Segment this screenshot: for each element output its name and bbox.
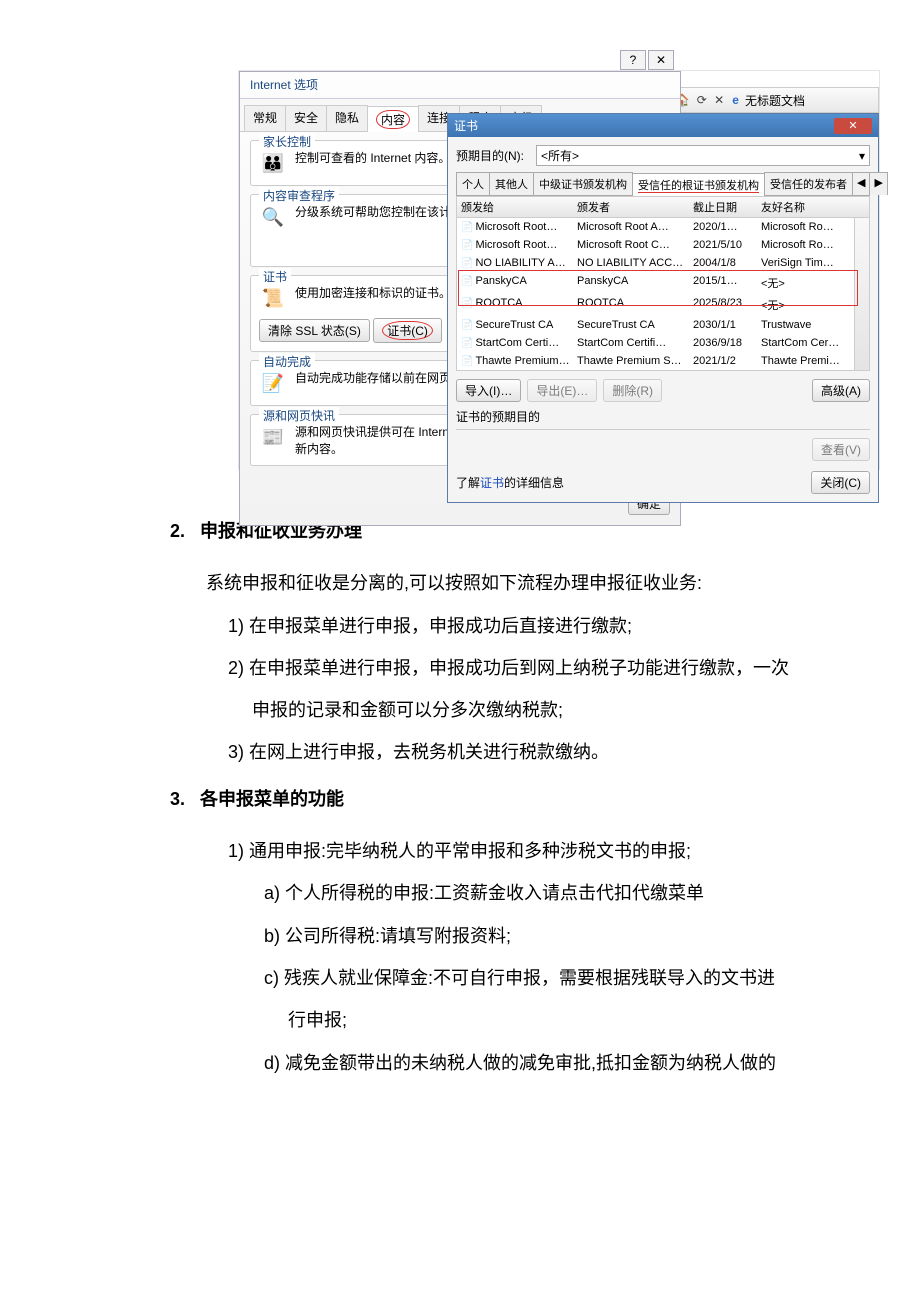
section-2-item-2a: 2) 在申报菜单进行申报，申报成功后到网上纳税子功能进行缴款，一次 (228, 647, 830, 689)
group-cert-label: 证书 (259, 268, 291, 285)
remove-button[interactable]: 删除(R) (603, 379, 662, 402)
learn-link[interactable]: 证书 (480, 476, 504, 490)
group-parental-label: 家长控制 (259, 133, 315, 150)
dialog-close-button[interactable]: ✕ (648, 50, 674, 70)
cert-list: Microsoft Root…Microsoft Root A…2020/1…M… (456, 218, 870, 371)
cert-tab-trusted-root[interactable]: 受信任的根证书颁发机构 (632, 173, 765, 196)
certificates-button[interactable]: 证书(C) (373, 318, 442, 343)
col-issued-by[interactable]: 颁发者 (573, 197, 689, 217)
learn-more: 了解证书的详细信息 (456, 474, 564, 491)
section-3-item-c: c) 残疾人就业保障金:不可自行申报，需要根据残联导入的文书进 (264, 957, 830, 999)
autocomplete-icon: 📝 (259, 369, 287, 397)
cert-tab-personal[interactable]: 个人 (456, 172, 490, 195)
cert-tab-others[interactable]: 其他人 (489, 172, 534, 195)
section-2-item-1: 1) 在申报菜单进行申报，申报成功后直接进行缴款; (228, 605, 830, 647)
cert-tab-nav-left[interactable]: ◀ (852, 172, 870, 195)
cert-row[interactable]: PanskyCAPanskyCA2015/1…<无> (456, 272, 870, 294)
certificates-dialog: 证书 ✕ 预期目的(N): <所有> ▾ 个人 其他人 中级证书颁发机构 受信任… (447, 113, 879, 503)
cert-purpose-section-label: 证书的预期目的 (456, 410, 540, 424)
screenshot-composite: ρ ▾ 🏠 ⟳ ✕ e 无标题文档 ? ✕ Internet 选项 常规 安全 … (238, 70, 880, 470)
dialog-help-button[interactable]: ? (620, 50, 646, 70)
cert-tab-trusted-publishers[interactable]: 受信任的发布者 (764, 172, 853, 195)
section-3-item-1: 1) 通用申报:完毕纳税人的平常申报和多种涉税文书的申报; (228, 830, 830, 872)
tab-security[interactable]: 安全 (285, 105, 327, 131)
cert-close-button[interactable]: ✕ (834, 118, 872, 134)
cert-dialog-title: 证书 (454, 117, 478, 134)
clear-ssl-button[interactable]: 清除 SSL 状态(S) (259, 319, 370, 342)
col-issued-to[interactable]: 颁发给 (457, 197, 573, 217)
group-auto-label: 自动完成 (259, 353, 315, 370)
cert-row[interactable]: Microsoft Root…Microsoft Root C…2021/5/1… (456, 236, 870, 254)
cert-row[interactable]: NO LIABILITY A…NO LIABILITY ACC…2004/1/8… (456, 254, 870, 272)
cert-purpose-dropdown[interactable]: <所有> ▾ (536, 145, 870, 166)
section-2-intro: 系统申报和征收是分离的,可以按照如下流程办理申报征收业务: (206, 562, 830, 604)
family-icon: 👪 (259, 149, 287, 177)
internet-options-title: Internet 选项 (240, 72, 680, 99)
import-button[interactable]: 导入(I)… (456, 379, 521, 402)
tab-content[interactable]: 内容 (367, 106, 419, 132)
cert-tab-intermediate[interactable]: 中级证书颁发机构 (533, 172, 633, 195)
close-button[interactable]: 关闭(C) (811, 471, 870, 494)
cert-purpose-value: <所有> (541, 147, 579, 164)
ie-logo-icon: e (732, 93, 739, 107)
section-2-item-3: 3) 在网上进行申报，去税务机关进行税款缴纳。 (228, 731, 830, 773)
cert-row[interactable]: SecureTrust CASecureTrust CA2030/1/1Trus… (456, 316, 870, 334)
section-3-heading: 3. 各申报菜单的功能 (170, 778, 830, 820)
section-2-item-2b: 申报的记录和金额可以分多次缴纳税款; (252, 689, 830, 731)
rss-icon: 📰 (259, 423, 287, 451)
ie-tab-title: 无标题文档 (745, 92, 805, 109)
cert-purpose-label: 预期目的(N): (456, 147, 524, 164)
section-3-item-a: a) 个人所得税的申报:工资薪金收入请点击代扣代缴菜单 (264, 872, 830, 914)
export-button[interactable]: 导出(E)… (527, 379, 597, 402)
col-friendly-name[interactable]: 友好名称 (757, 197, 869, 217)
cert-list-header: 颁发给 颁发者 截止日期 友好名称 (456, 196, 870, 218)
view-button[interactable]: 查看(V) (812, 438, 870, 461)
group-feeds-label: 源和网页快讯 (259, 407, 339, 424)
group-content-label: 内容审查程序 (259, 187, 339, 204)
cert-store-tabs: 个人 其他人 中级证书颁发机构 受信任的根证书颁发机构 受信任的发布者 ◀ ▶ (456, 172, 870, 196)
tab-privacy[interactable]: 隐私 (326, 105, 368, 131)
advisor-icon: 🔍 (259, 203, 287, 231)
col-expiry[interactable]: 截止日期 (689, 197, 757, 217)
certificate-icon: 📜 (259, 284, 287, 312)
section-3-item-d: d) 减免金额带出的未纳税人做的减免审批,抵扣金额为纳税人做的 (264, 1042, 830, 1084)
document-body: 2. 申报和征收业务办理 系统申报和征收是分离的,可以按照如下流程办理申报征收业… (170, 510, 830, 1084)
cert-tab-nav-right[interactable]: ▶ (869, 172, 887, 195)
chevron-down-icon: ▾ (859, 149, 865, 163)
section-3-item-c2: 行申报; (288, 999, 830, 1041)
cert-row[interactable]: StartCom Certi…StartCom Certifi…2036/9/1… (456, 334, 870, 352)
advanced-button[interactable]: 高级(A) (812, 379, 870, 402)
scrollbar[interactable] (854, 218, 869, 370)
cert-row[interactable]: Microsoft Root…Microsoft Root A…2020/1…M… (456, 218, 870, 236)
tab-general[interactable]: 常规 (244, 105, 286, 131)
cert-row[interactable]: Thawte Premium…Thawte Premium S…2021/1/2… (456, 352, 870, 370)
section-3-item-b: b) 公司所得税:请填写附报资料; (264, 915, 830, 957)
cert-row[interactable]: ROOTCAROOTCA2025/8/23<无> (456, 294, 870, 316)
